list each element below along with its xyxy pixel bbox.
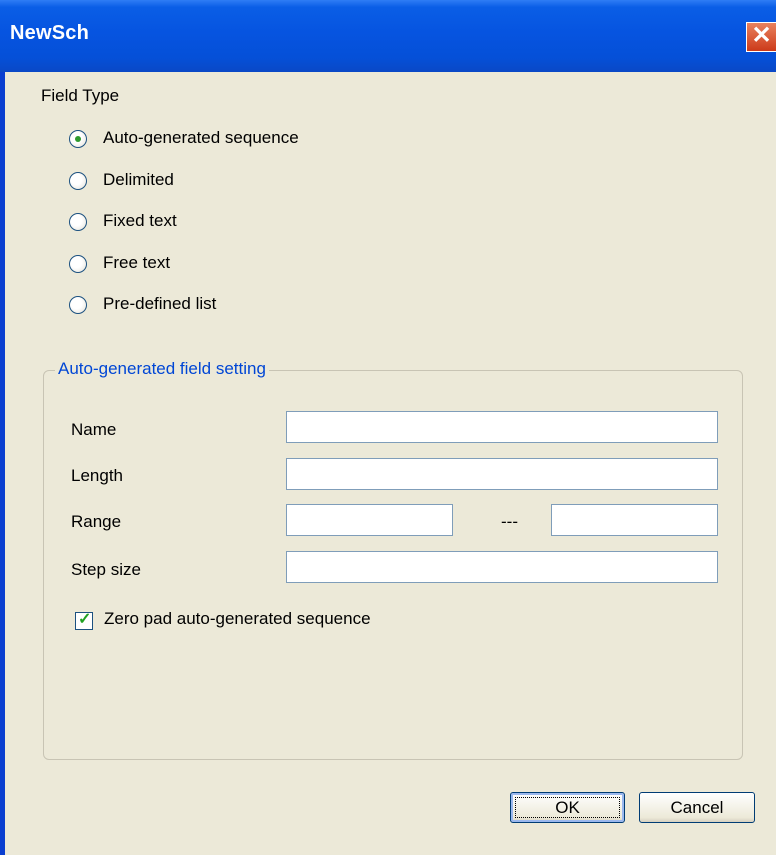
radio-button-icon[interactable] xyxy=(69,255,87,273)
dialog-body: Field Type Auto-generated sequence Delim… xyxy=(5,72,776,855)
cancel-button-label: Cancel xyxy=(670,798,724,817)
newsch-dialog: NewSch ✕ Field Type Auto-generated seque… xyxy=(0,0,776,855)
radio-label: Fixed text xyxy=(103,211,177,230)
radio-button-icon[interactable] xyxy=(69,130,87,148)
range-from-field[interactable] xyxy=(286,504,453,536)
radio-selected-dot xyxy=(75,136,81,142)
title-bar[interactable]: NewSch ✕ xyxy=(0,0,776,72)
field-type-label: Field Type xyxy=(41,86,120,105)
checkmark-icon: ✓ xyxy=(78,611,92,628)
radio-label: Delimited xyxy=(103,170,174,189)
radio-label: Free text xyxy=(103,253,171,272)
radio-button-icon[interactable] xyxy=(69,213,87,231)
range-label: Range xyxy=(71,512,122,531)
step-size-field[interactable] xyxy=(286,551,718,583)
ok-button-label: OK xyxy=(555,798,580,817)
name-label: Name xyxy=(71,420,117,439)
radio-label: Auto-generated sequence xyxy=(103,128,299,147)
step-size-label: Step size xyxy=(71,560,141,579)
zero-pad-checkbox[interactable]: ✓ xyxy=(75,611,93,630)
close-icon[interactable]: ✕ xyxy=(746,22,776,52)
radio-label: Pre-defined list xyxy=(103,294,217,313)
group-title: Auto-generated field setting xyxy=(55,359,269,379)
cancel-button[interactable]: Cancel xyxy=(639,792,755,823)
zero-pad-label: Zero pad auto-generated sequence xyxy=(104,609,371,628)
length-label: Length xyxy=(71,466,123,485)
name-field[interactable] xyxy=(286,411,718,443)
length-field[interactable] xyxy=(286,458,718,490)
radio-button-icon[interactable] xyxy=(69,172,87,190)
window-title: NewSch xyxy=(10,22,90,44)
range-to-field[interactable] xyxy=(551,504,718,536)
ok-button[interactable]: OK xyxy=(510,792,625,823)
radio-button-icon[interactable] xyxy=(69,296,87,314)
range-separator: --- xyxy=(501,512,518,531)
